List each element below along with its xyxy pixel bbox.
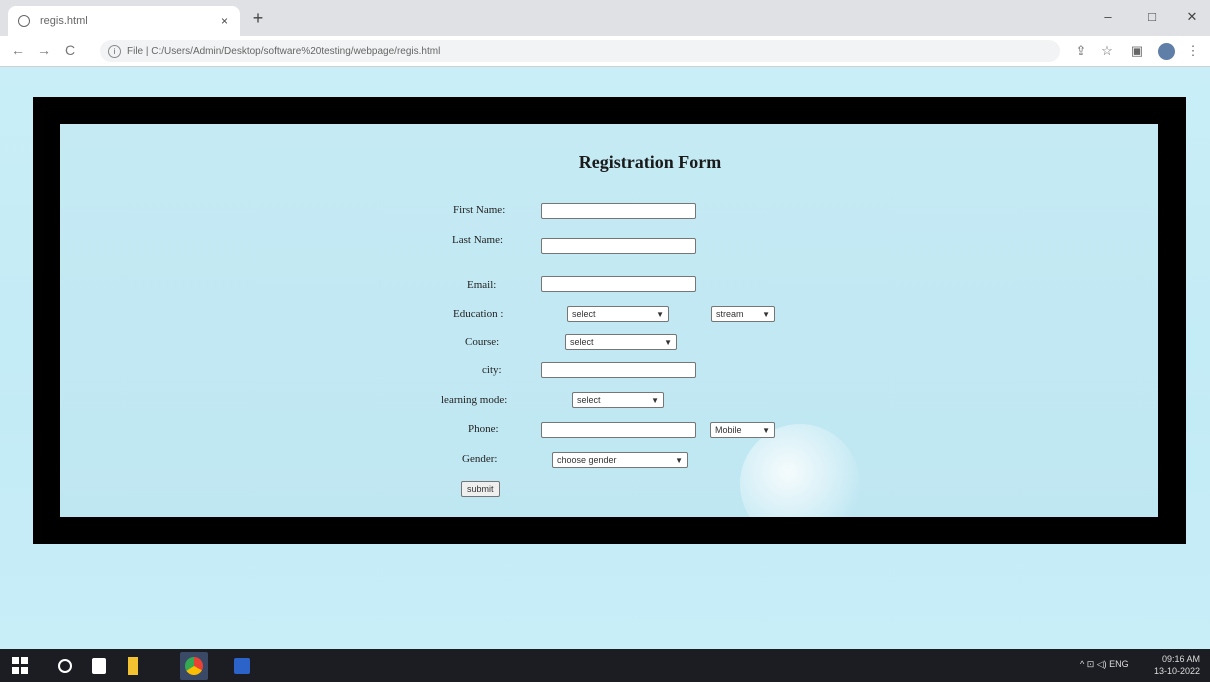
- chevron-down-icon: ▼: [656, 309, 664, 319]
- browser-tab[interactable]: regis.html ×: [8, 6, 240, 36]
- learning-mode-label: learning mode:: [441, 394, 508, 406]
- windows-start-icon[interactable]: [12, 657, 30, 675]
- browser-toolbar: ← → C i File | C:/Users/Admin/Desktop/so…: [0, 36, 1210, 67]
- close-window-button[interactable]: ✕: [1182, 9, 1202, 25]
- chevron-down-icon: ▼: [664, 337, 672, 347]
- share-icon[interactable]: ⇪: [1072, 43, 1090, 59]
- globe-icon: [18, 15, 30, 27]
- profile-avatar[interactable]: [1158, 43, 1175, 60]
- clock-time: 09:16 AM: [1161, 654, 1200, 664]
- new-tab-button[interactable]: +: [246, 8, 270, 29]
- stream-select-value: stream: [716, 309, 744, 319]
- course-select-value: select: [570, 337, 594, 347]
- minimize-button[interactable]: –: [1098, 9, 1118, 24]
- back-button[interactable]: ←: [8, 42, 28, 58]
- clock-date: 13-10-2022: [1153, 666, 1200, 676]
- first-name-input[interactable]: [541, 203, 696, 219]
- word-icon[interactable]: [234, 658, 250, 674]
- gender-select-value: choose gender: [557, 455, 617, 465]
- menu-dots-icon[interactable]: ⋮: [1184, 43, 1202, 59]
- tab-close-icon[interactable]: ×: [221, 14, 228, 28]
- page-viewport: Registration Form First Name: Last Name:…: [0, 67, 1210, 649]
- clock[interactable]: 09:16 AM 13-10-2022: [1154, 653, 1200, 677]
- email-input[interactable]: [541, 276, 696, 292]
- system-tray[interactable]: ^ ⊡ ◁) ENG: [1080, 659, 1129, 670]
- forward-button[interactable]: →: [34, 42, 54, 58]
- gender-select[interactable]: choose gender ▼: [552, 452, 688, 468]
- phone-label: Phone:: [468, 423, 499, 435]
- course-select[interactable]: select ▼: [565, 334, 677, 350]
- site-info-icon[interactable]: i: [108, 44, 121, 58]
- education-select[interactable]: select ▼: [567, 306, 669, 322]
- reload-button[interactable]: C: [60, 42, 80, 58]
- chrome-taskbar-button[interactable]: [180, 652, 208, 680]
- city-input[interactable]: [541, 362, 696, 378]
- bookmark-star-icon[interactable]: ☆: [1098, 43, 1116, 59]
- chevron-down-icon: ▼: [762, 425, 770, 435]
- learning-mode-select[interactable]: select ▼: [572, 392, 664, 408]
- education-select-value: select: [572, 309, 596, 319]
- sidepanel-icon[interactable]: ▣: [1128, 43, 1146, 59]
- maximize-button[interactable]: □: [1142, 9, 1162, 24]
- email-label: Email:: [467, 279, 497, 291]
- course-label: Course:: [465, 336, 500, 348]
- form-frame: Registration Form First Name: Last Name:…: [33, 97, 1186, 544]
- file-explorer-icon[interactable]: [128, 657, 138, 675]
- first-name-label: First Name:: [453, 204, 506, 216]
- chrome-icon: [185, 657, 203, 675]
- phone-type-select[interactable]: Mobile ▼: [710, 422, 775, 438]
- form-title: Registration Form: [578, 152, 722, 172]
- city-label: city:: [482, 364, 502, 376]
- search-icon[interactable]: [58, 659, 72, 673]
- last-name-input[interactable]: [541, 238, 696, 254]
- task-view-icon[interactable]: [92, 658, 106, 674]
- form-panel: Registration Form First Name: Last Name:…: [60, 124, 1158, 517]
- phone-type-select-value: Mobile: [715, 425, 742, 435]
- gender-label: Gender:: [462, 453, 498, 465]
- education-label: Education :: [453, 308, 504, 320]
- stream-select[interactable]: stream ▼: [711, 306, 775, 322]
- browser-tabstrip: regis.html × + – □ ✕: [0, 0, 1210, 36]
- address-bar[interactable]: i File | C:/Users/Admin/Desktop/software…: [100, 40, 1060, 62]
- chevron-down-icon: ▼: [675, 455, 683, 465]
- last-name-label: Last Name:: [452, 234, 504, 246]
- learning-mode-select-value: select: [577, 395, 601, 405]
- tab-title: regis.html: [40, 15, 88, 27]
- windows-taskbar: ^ ⊡ ◁) ENG 09:16 AM 13-10-2022: [0, 649, 1210, 682]
- submit-button[interactable]: submit: [461, 481, 500, 497]
- chevron-down-icon: ▼: [762, 309, 770, 319]
- address-url: File | C:/Users/Admin/Desktop/software%2…: [127, 45, 441, 57]
- chevron-down-icon: ▼: [651, 395, 659, 405]
- phone-input[interactable]: [541, 422, 696, 438]
